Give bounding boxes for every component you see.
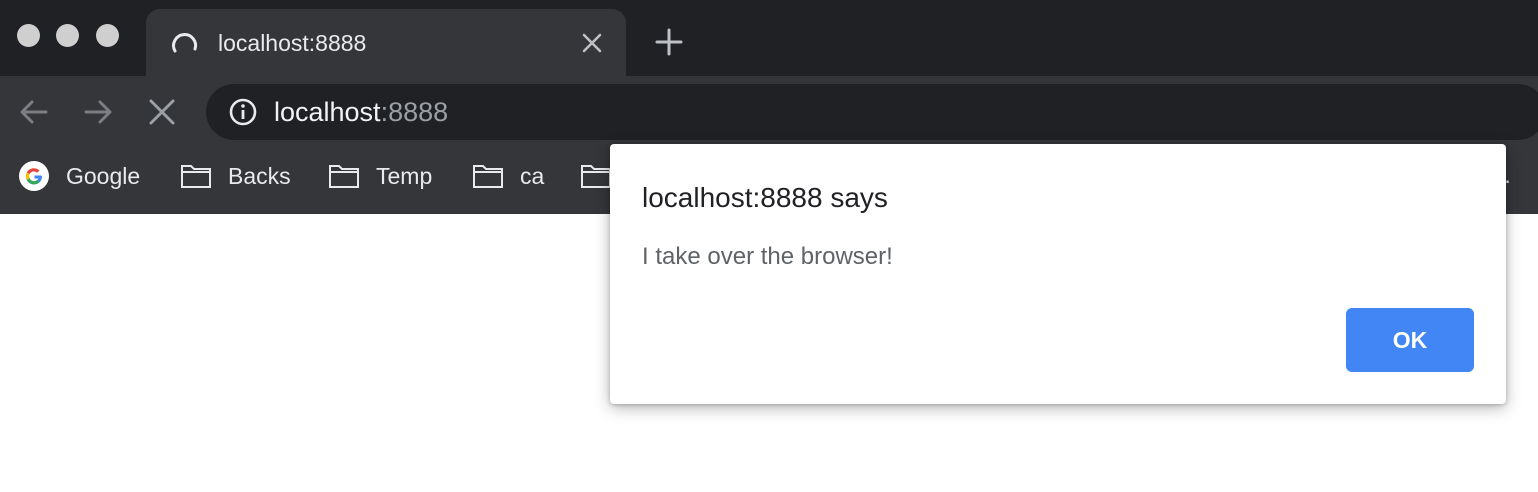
site-info-icon[interactable] [228, 97, 258, 132]
folder-icon [473, 165, 503, 188]
tab-close-icon[interactable] [580, 31, 604, 60]
new-tab-plus-icon[interactable] [654, 27, 684, 62]
bookmark-google[interactable]: Google [18, 160, 140, 192]
bookmark-folder-ca[interactable]: ca [472, 160, 544, 192]
ok-button[interactable]: OK [1346, 308, 1474, 372]
minimize-window-button[interactable] [56, 24, 79, 47]
bookmark-label: ca [520, 162, 545, 189]
back-arrow-icon[interactable] [18, 96, 50, 133]
bookmark-folder-backs[interactable]: Backs [180, 160, 291, 192]
stop-loading-icon[interactable] [146, 96, 178, 133]
dialog-title: localhost:8888 says [642, 182, 888, 213]
folder-icon [581, 165, 611, 188]
google-icon [19, 161, 49, 191]
bookmark-label: Google [66, 162, 141, 189]
alert-dialog: localhost:8888 says I take over the brow… [610, 144, 1506, 404]
close-window-button[interactable] [17, 24, 40, 47]
tab-strip: localhost:8888 [0, 0, 1538, 76]
toolbar: localhost:8888 [0, 76, 1538, 148]
address-bar[interactable]: localhost:8888 [206, 84, 1538, 140]
dialog-message: I take over the browser! [642, 243, 893, 270]
zoom-window-button[interactable] [96, 24, 119, 47]
url-text[interactable]: localhost:8888 [274, 97, 448, 128]
bookmark-label: Backs [228, 162, 291, 189]
url-host: localhost [274, 97, 381, 127]
loading-spinner-icon [170, 29, 200, 64]
bookmark-label: Temp [376, 162, 433, 189]
bookmark-folder-temp[interactable]: Temp [328, 160, 432, 192]
browser-tab[interactable]: localhost:8888 [146, 9, 626, 76]
folder-icon [181, 165, 211, 188]
forward-arrow-icon[interactable] [82, 96, 114, 133]
folder-icon [329, 165, 359, 188]
url-port: :8888 [380, 97, 449, 127]
tab-title: localhost:8888 [218, 30, 367, 56]
